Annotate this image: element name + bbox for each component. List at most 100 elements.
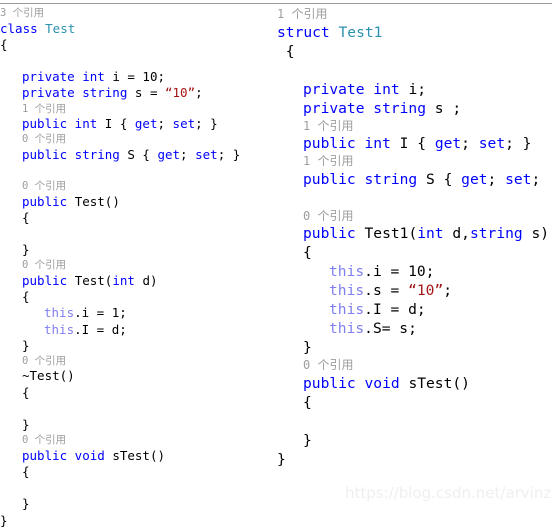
code-token-kw: struct [277,23,339,41]
code-line: struct Test1 [277,23,552,42]
code-token-str: “10” [165,85,196,101]
code-line: { [0,37,275,53]
code-token-pl: i = 10; [112,69,165,85]
codelens-reference-hint[interactable]: 1 个引用 [0,102,275,117]
code-token-lens: 1 个引用 [303,118,354,133]
code-token-kw: set [478,135,506,152]
code-token-pl: } [303,431,312,449]
code-token-str: “10” [408,282,444,299]
code-pane-left[interactable]: 3 个引用 class Test{ private int i = 10; priv… [0,6,275,529]
code-token-kw: int [112,272,143,288]
code-line: public Test(int d) [0,273,275,289]
code-line: this.I = d; [277,300,552,319]
codelens-reference-hint[interactable]: 0 个引用 [0,433,275,448]
code-token-pl: Test1( [364,225,418,242]
code-token-pl: s = [134,85,165,101]
code-token-pl: d, [452,225,470,242]
code-token-pl: .i = 10; [364,263,435,280]
code-token-pl: .S= s; [364,320,417,337]
code-line: this.i = 10; [277,262,552,281]
code-line: public string S { get; set; [277,170,552,189]
code-token-pl: S { [127,146,158,162]
code-token-kw: public int [303,135,400,152]
codelens-reference-hint[interactable]: 3 个引用 [0,6,275,21]
code-line: public Test1(int d,string s) [277,224,552,243]
codelens-reference-hint[interactable]: 0 个引用 [277,357,552,374]
code-line: private int i; [277,80,552,99]
code-token-kw: private string [303,99,435,117]
code-token-pl: } [22,496,30,512]
code-line: public int I { get; set; } [277,134,552,153]
code-token-pl: { [22,289,30,305]
code-token-pl: ; } [505,135,532,152]
code-token-pl: ; [461,135,479,152]
code-line: this.s = “10”; [277,281,552,300]
code-token-type: Test1 [338,23,383,41]
code-token-kw: public string [303,170,427,188]
code-token-this: this [329,320,365,337]
code-token-pl: } [277,450,286,468]
codelens-reference-hint[interactable]: 0 个引用 [0,179,275,194]
code-token-kw: set [505,170,532,188]
code-token-kw: get [434,135,462,152]
code-token-kw: get [134,116,158,132]
code-token-kw: public [22,193,75,209]
code-token-pl: sTest() [112,447,165,463]
code-token-pl: } [22,242,30,258]
code-token-pl: { [22,463,30,479]
code-token-pl: { [303,244,312,261]
code-line: } [0,338,275,354]
code-token-kw: get [157,146,181,162]
code-line: { [277,243,552,262]
codelens-reference-hint[interactable]: 1 个引用 [277,6,552,23]
code-line: class Test [0,21,275,37]
code-token-this: this [329,263,365,280]
code-token-lens: 0 个引用 [22,354,67,367]
code-token-kw: private int [303,80,409,98]
code-token-pl: ; } [195,116,218,132]
code-line: { [0,289,275,305]
code-pane-right[interactable]: 1 个引用 struct Test1 { private int i; privat… [277,6,552,469]
code-line: private string s = “10”; [0,85,275,101]
code-line: } [277,431,552,450]
codelens-reference-hint[interactable]: 0 个引用 [277,208,552,225]
code-token-pl: ; [443,282,453,299]
code-token-pl: S { [426,170,462,188]
codelens-reference-hint[interactable]: 0 个引用 [0,354,275,369]
code-token-kw: public void [22,447,113,463]
code-token-kw: public [303,225,365,242]
code-token-pl: .I = d; [364,301,426,318]
code-token-lens: 3 个引用 [0,7,45,19]
codelens-reference-hint[interactable]: 1 个引用 [277,118,552,135]
code-line: private int i = 10; [0,69,275,85]
code-token-kw: int [417,225,453,242]
code-line: public Test() [0,194,275,210]
code-line: public void sTest() [0,448,275,464]
code-line: { [277,393,552,412]
code-token-pl: { [0,36,8,52]
code-token-pl: d) [142,272,158,288]
code-token-lens: 0 个引用 [22,180,67,193]
code-token-pl: s ; [434,99,462,117]
code-token-pl: I { [399,135,435,152]
code-token-pl: .i = 1; [74,305,127,321]
code-line: public int I { get; set; } [0,116,275,132]
csdn-watermark: https://blog.csdn.net/arvinzd [345,484,552,502]
codelens-reference-hint[interactable]: 0 个引用 [0,258,275,273]
code-token-lens: 0 个引用 [303,358,354,372]
code-line: } [0,242,275,258]
top-divider-rule [0,3,552,4]
code-token-pl: ; } [217,146,241,162]
codelens-reference-hint[interactable]: 1 个引用 [277,153,552,170]
code-token-lens: 0 个引用 [303,208,354,223]
code-token-kw: get [461,170,488,188]
code-line: this.S= s; [277,319,552,338]
code-token-kw: public [22,272,75,288]
codelens-reference-hint[interactable]: 0 个引用 [0,132,275,147]
